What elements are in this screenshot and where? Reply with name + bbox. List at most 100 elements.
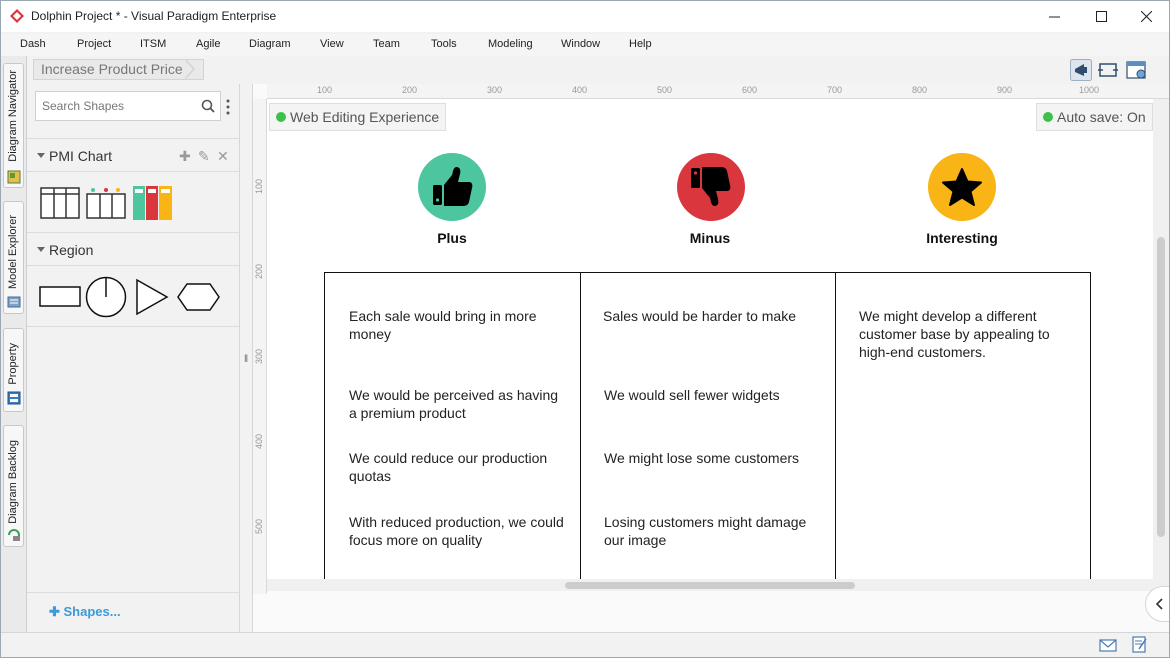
minus-item[interactable]: Losing customers might damage our image xyxy=(604,513,819,549)
pmi-table-shape[interactable] xyxy=(40,187,80,219)
web-editing-label: Web Editing Experience xyxy=(290,109,440,125)
menu-project[interactable]: Project xyxy=(77,38,111,50)
tab-diagram-navigator[interactable]: Diagram Navigator xyxy=(3,63,24,188)
maximize-button[interactable] xyxy=(1078,1,1124,32)
web-editing-badge[interactable]: Web Editing Experience xyxy=(269,103,447,131)
layout-settings-icon[interactable] xyxy=(1126,59,1148,81)
minus-item[interactable]: We might lose some customers xyxy=(604,449,819,467)
plus-item[interactable]: We could reduce our production quotas xyxy=(349,449,564,485)
minus-item[interactable]: We would sell fewer widgets xyxy=(604,386,819,404)
pmi-table[interactable]: Each sale would bring in more money We w… xyxy=(324,272,1091,579)
rectangle-shape[interactable] xyxy=(39,285,82,309)
circle-shape[interactable] xyxy=(85,276,127,318)
fit-diagram-icon[interactable] xyxy=(1097,59,1119,81)
more-shapes-link[interactable]: ✚ Shapes... xyxy=(49,604,121,620)
tab-diagram-backlog[interactable]: Diagram Backlog xyxy=(3,425,24,547)
chevron-down-icon[interactable] xyxy=(37,153,45,158)
ruler-tick: 100 xyxy=(254,179,264,195)
triangle-shape[interactable] xyxy=(135,278,169,316)
minimize-button[interactable] xyxy=(1031,1,1077,32)
tab-model-explorer[interactable]: Model Explorer xyxy=(3,201,24,314)
menu-window[interactable]: Window xyxy=(561,38,600,50)
minus-item[interactable]: Sales would be harder to make xyxy=(603,307,818,325)
notes-icon[interactable] xyxy=(1132,636,1148,653)
pmi-colored-chart-shape[interactable] xyxy=(132,185,173,221)
tab-property-label: Property xyxy=(7,343,19,385)
breadcrumb-label: Increase Product Price xyxy=(41,61,183,77)
status-dot-icon xyxy=(1043,112,1053,122)
vertical-ruler: 100 200 300 400 500 xyxy=(253,99,267,594)
horizontal-scroll-thumb[interactable] xyxy=(565,582,855,589)
interesting-circle[interactable] xyxy=(928,153,996,221)
menu-dash[interactable]: Dash xyxy=(20,38,46,50)
section-title: Region xyxy=(49,242,94,258)
plus-circle[interactable] xyxy=(418,153,486,221)
status-bar xyxy=(1,632,1169,657)
section-divider xyxy=(27,326,240,327)
search-icon[interactable] xyxy=(201,99,215,113)
search-input[interactable]: Search Shapes xyxy=(42,99,124,113)
section-pmi-chart[interactable]: PMI Chart ✚ ✎ ✕ xyxy=(27,138,240,172)
minus-circle[interactable] xyxy=(677,153,745,221)
autosave-badge[interactable]: Auto save: On xyxy=(1036,103,1153,131)
menu-modeling[interactable]: Modeling xyxy=(488,38,533,50)
property-icon xyxy=(7,391,21,405)
plus-item[interactable]: With reduced production, we could focus … xyxy=(349,513,564,549)
plus-item[interactable]: We would be perceived as having a premiu… xyxy=(349,386,564,422)
mail-icon[interactable] xyxy=(1099,638,1117,653)
horizontal-scrollbar[interactable] xyxy=(267,579,1153,591)
tab-property[interactable]: Property xyxy=(3,328,24,412)
diagram-canvas: 100 200 300 400 500 600 700 800 900 1000… xyxy=(253,84,1169,632)
ruler-tick: 500 xyxy=(657,85,673,95)
menu-team[interactable]: Team xyxy=(373,38,400,50)
close-button[interactable] xyxy=(1123,1,1169,32)
drag-handle-icon[interactable]: ‖ xyxy=(244,354,248,365)
model-explorer-icon xyxy=(7,296,21,308)
collapse-panel-button[interactable] xyxy=(1145,586,1169,622)
vertical-scroll-thumb[interactable] xyxy=(1157,237,1165,537)
interesting-item[interactable]: We might develop a different customer ba… xyxy=(859,307,1059,361)
vertical-scrollbar[interactable] xyxy=(1153,99,1169,594)
panel-splitter[interactable]: ‖ xyxy=(240,84,253,632)
menu-agile[interactable]: Agile xyxy=(196,38,220,50)
tab-diagram-navigator-label: Diagram Navigator xyxy=(7,70,19,162)
window-title: Dolphin Project * - Visual Paradigm Ente… xyxy=(31,9,277,23)
edit-icon[interactable]: ✎ xyxy=(198,148,210,165)
add-icon[interactable]: ✚ xyxy=(179,148,191,165)
menu-diagram[interactable]: Diagram xyxy=(249,38,291,50)
thumbs-up-icon xyxy=(418,153,486,221)
hexagon-shape[interactable] xyxy=(177,283,220,311)
tab-model-explorer-label: Model Explorer xyxy=(7,215,19,289)
ruler-tick: 300 xyxy=(487,85,503,95)
section-region[interactable]: Region xyxy=(27,232,240,266)
ruler-tick: 300 xyxy=(254,349,264,365)
pmi-labeled-table-shape[interactable] xyxy=(86,187,126,219)
menu-bar: Dash Project ITSM Agile Diagram View Tea… xyxy=(1,34,1169,56)
section-title: PMI Chart xyxy=(49,148,113,164)
status-dot-icon xyxy=(276,112,286,122)
menu-tools[interactable]: Tools xyxy=(431,38,457,50)
more-options-icon[interactable] xyxy=(226,99,230,115)
visual-paradigm-logo-icon xyxy=(10,9,24,23)
chevron-down-icon[interactable] xyxy=(37,247,45,252)
announcement-icon[interactable] xyxy=(1070,59,1092,81)
menu-help[interactable]: Help xyxy=(629,38,652,50)
diagram-page[interactable]: Web Editing Experience Auto save: On Plu… xyxy=(267,99,1153,579)
ruler-tick: 400 xyxy=(254,434,264,450)
plus-item[interactable]: Each sale would bring in more money xyxy=(349,307,564,343)
minimize-icon xyxy=(1048,16,1060,18)
menu-itsm[interactable]: ITSM xyxy=(140,38,166,50)
star-icon xyxy=(928,153,996,221)
remove-icon[interactable]: ✕ xyxy=(217,148,229,165)
ruler-tick: 200 xyxy=(254,264,264,280)
thumbs-down-icon xyxy=(677,153,745,221)
breadcrumb[interactable]: Increase Product Price xyxy=(33,59,204,80)
ruler-tick: 500 xyxy=(254,519,264,535)
ruler-tick: 1000 xyxy=(1079,85,1100,95)
minus-heading: Minus xyxy=(689,230,731,246)
menu-view[interactable]: View xyxy=(320,38,344,50)
ruler-tick: 800 xyxy=(912,85,928,95)
diagram-backlog-icon xyxy=(8,529,20,541)
column-divider xyxy=(835,273,836,579)
search-box[interactable]: Search Shapes xyxy=(35,91,221,121)
